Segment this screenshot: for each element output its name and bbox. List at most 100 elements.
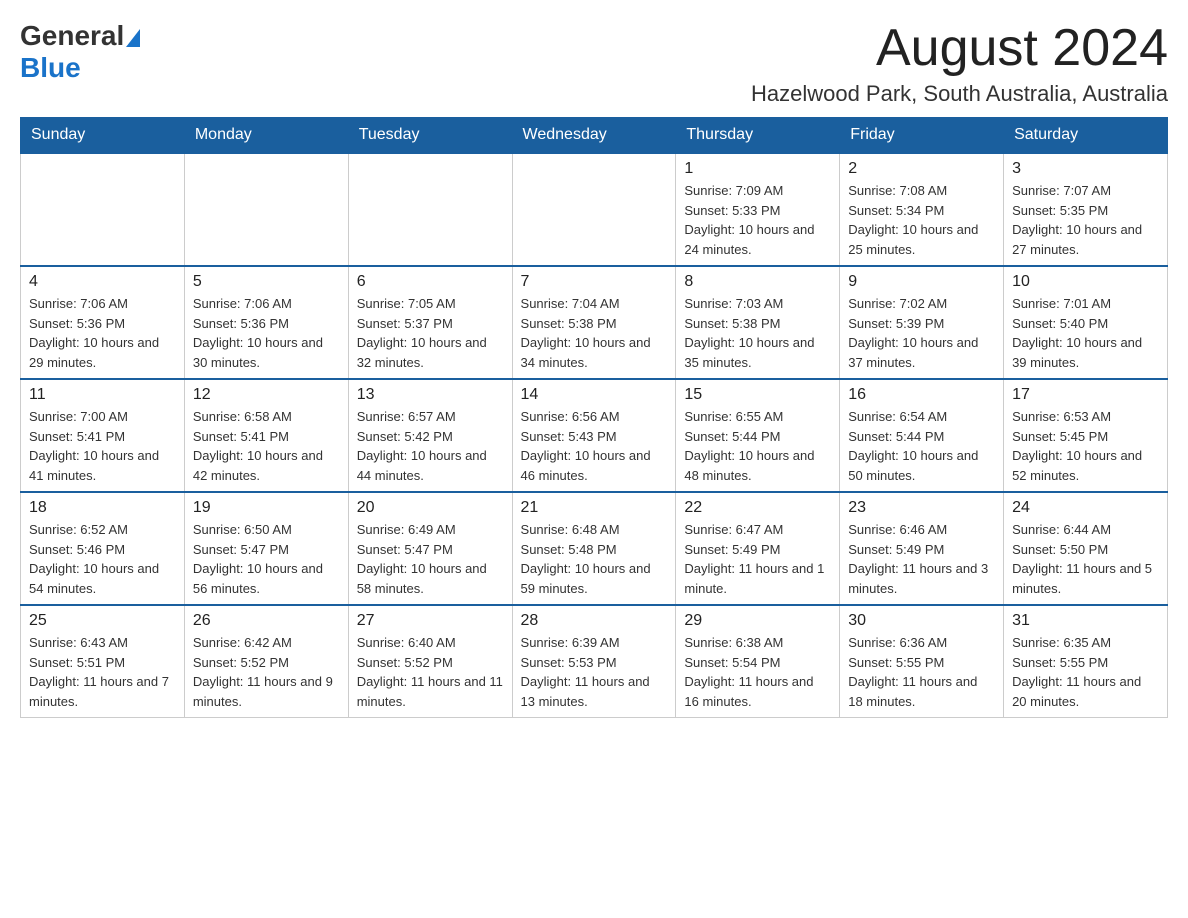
day-number: 28 — [521, 612, 668, 630]
day-info: Sunrise: 7:09 AMSunset: 5:33 PMDaylight:… — [684, 181, 831, 259]
day-info: Sunrise: 6:46 AMSunset: 5:49 PMDaylight:… — [848, 520, 995, 598]
day-info: Sunrise: 6:48 AMSunset: 5:48 PMDaylight:… — [521, 520, 668, 598]
day-number: 16 — [848, 386, 995, 404]
day-info: Sunrise: 6:35 AMSunset: 5:55 PMDaylight:… — [1012, 633, 1159, 711]
calendar-cell: 13 Sunrise: 6:57 AMSunset: 5:42 PMDayligh… — [348, 379, 512, 492]
calendar-cell: 1 Sunrise: 7:09 AMSunset: 5:33 PMDaylight… — [676, 153, 840, 266]
day-info: Sunrise: 7:04 AMSunset: 5:38 PMDaylight:… — [521, 294, 668, 372]
calendar-cell: 26 Sunrise: 6:42 AMSunset: 5:52 PMDayligh… — [184, 605, 348, 718]
calendar-cell: 20 Sunrise: 6:49 AMSunset: 5:47 PMDayligh… — [348, 492, 512, 605]
logo-blue-text: Blue — [20, 52, 81, 84]
day-number: 9 — [848, 273, 995, 291]
day-info: Sunrise: 6:36 AMSunset: 5:55 PMDaylight:… — [848, 633, 995, 711]
page-header: General Blue August 2024 Hazelwood Park,… — [20, 20, 1168, 107]
day-header-friday: Friday — [840, 118, 1004, 154]
day-info: Sunrise: 7:02 AMSunset: 5:39 PMDaylight:… — [848, 294, 995, 372]
day-info: Sunrise: 7:06 AMSunset: 5:36 PMDaylight:… — [193, 294, 340, 372]
calendar-cell: 25 Sunrise: 6:43 AMSunset: 5:51 PMDayligh… — [21, 605, 185, 718]
calendar-header-row: SundayMondayTuesdayWednesdayThursdayFrid… — [21, 118, 1168, 154]
day-number: 13 — [357, 386, 504, 404]
calendar-cell: 28 Sunrise: 6:39 AMSunset: 5:53 PMDayligh… — [512, 605, 676, 718]
day-number: 8 — [684, 273, 831, 291]
day-info: Sunrise: 6:42 AMSunset: 5:52 PMDaylight:… — [193, 633, 340, 711]
day-header-thursday: Thursday — [676, 118, 840, 154]
calendar-cell — [348, 153, 512, 266]
day-number: 6 — [357, 273, 504, 291]
calendar-table: SundayMondayTuesdayWednesdayThursdayFrid… — [20, 117, 1168, 718]
day-number: 24 — [1012, 499, 1159, 517]
day-number: 25 — [29, 612, 176, 630]
day-number: 7 — [521, 273, 668, 291]
calendar-cell: 10 Sunrise: 7:01 AMSunset: 5:40 PMDayligh… — [1004, 266, 1168, 379]
calendar-cell: 29Sunrise: 6:38 AMSunset: 5:54 PMDayligh… — [676, 605, 840, 718]
day-info: Sunrise: 6:52 AMSunset: 5:46 PMDaylight:… — [29, 520, 176, 598]
calendar-cell: 7 Sunrise: 7:04 AMSunset: 5:38 PMDaylight… — [512, 266, 676, 379]
day-info: Sunrise: 7:03 AMSunset: 5:38 PMDaylight:… — [684, 294, 831, 372]
calendar-cell: 12Sunrise: 6:58 AMSunset: 5:41 PMDayligh… — [184, 379, 348, 492]
day-info: Sunrise: 6:57 AMSunset: 5:42 PMDaylight:… — [357, 407, 504, 485]
day-number: 15 — [684, 386, 831, 404]
day-info: Sunrise: 6:55 AMSunset: 5:44 PMDaylight:… — [684, 407, 831, 485]
location-title: Hazelwood Park, South Australia, Austral… — [751, 81, 1168, 107]
calendar-cell: 19 Sunrise: 6:50 AMSunset: 5:47 PMDayligh… — [184, 492, 348, 605]
day-number: 23 — [848, 499, 995, 517]
day-info: Sunrise: 7:07 AMSunset: 5:35 PMDaylight:… — [1012, 181, 1159, 259]
calendar-cell: 16 Sunrise: 6:54 AMSunset: 5:44 PMDayligh… — [840, 379, 1004, 492]
calendar-cell: 11Sunrise: 7:00 AMSunset: 5:41 PMDayligh… — [21, 379, 185, 492]
day-info: Sunrise: 7:01 AMSunset: 5:40 PMDaylight:… — [1012, 294, 1159, 372]
day-number: 21 — [521, 499, 668, 517]
day-info: Sunrise: 6:38 AMSunset: 5:54 PMDaylight:… — [684, 633, 831, 711]
calendar-title-area: August 2024 Hazelwood Park, South Austra… — [751, 20, 1168, 107]
calendar-cell: 2Sunrise: 7:08 AMSunset: 5:34 PMDaylight… — [840, 153, 1004, 266]
calendar-cell: 23 Sunrise: 6:46 AMSunset: 5:49 PMDayligh… — [840, 492, 1004, 605]
logo-triangle-icon — [126, 29, 140, 47]
week-row-2: 4 Sunrise: 7:06 AMSunset: 5:36 PMDaylight… — [21, 266, 1168, 379]
calendar-cell: 15 Sunrise: 6:55 AMSunset: 5:44 PMDayligh… — [676, 379, 840, 492]
day-info: Sunrise: 7:06 AMSunset: 5:36 PMDaylight:… — [29, 294, 176, 372]
day-number: 5 — [193, 273, 340, 291]
day-header-sunday: Sunday — [21, 118, 185, 154]
calendar-cell: 30 Sunrise: 6:36 AMSunset: 5:55 PMDayligh… — [840, 605, 1004, 718]
calendar-cell: 17 Sunrise: 6:53 AMSunset: 5:45 PMDayligh… — [1004, 379, 1168, 492]
day-number: 18 — [29, 499, 176, 517]
calendar-cell — [21, 153, 185, 266]
day-number: 4 — [29, 273, 176, 291]
day-header-saturday: Saturday — [1004, 118, 1168, 154]
calendar-cell: 14Sunrise: 6:56 AMSunset: 5:43 PMDayligh… — [512, 379, 676, 492]
logo: General Blue — [20, 20, 140, 84]
day-info: Sunrise: 6:53 AMSunset: 5:45 PMDaylight:… — [1012, 407, 1159, 485]
day-number: 26 — [193, 612, 340, 630]
day-info: Sunrise: 7:05 AMSunset: 5:37 PMDaylight:… — [357, 294, 504, 372]
week-row-5: 25 Sunrise: 6:43 AMSunset: 5:51 PMDayligh… — [21, 605, 1168, 718]
day-number: 30 — [848, 612, 995, 630]
calendar-cell: 31Sunrise: 6:35 AMSunset: 5:55 PMDayligh… — [1004, 605, 1168, 718]
day-info: Sunrise: 6:50 AMSunset: 5:47 PMDaylight:… — [193, 520, 340, 598]
calendar-cell: 8 Sunrise: 7:03 AMSunset: 5:38 PMDaylight… — [676, 266, 840, 379]
day-number: 11 — [29, 386, 176, 404]
day-number: 1 — [684, 160, 831, 178]
calendar-cell: 22 Sunrise: 6:47 AMSunset: 5:49 PMDayligh… — [676, 492, 840, 605]
day-number: 10 — [1012, 273, 1159, 291]
day-number: 17 — [1012, 386, 1159, 404]
calendar-cell: 4 Sunrise: 7:06 AMSunset: 5:36 PMDaylight… — [21, 266, 185, 379]
week-row-1: 1 Sunrise: 7:09 AMSunset: 5:33 PMDaylight… — [21, 153, 1168, 266]
day-info: Sunrise: 6:47 AMSunset: 5:49 PMDaylight:… — [684, 520, 831, 598]
week-row-3: 11Sunrise: 7:00 AMSunset: 5:41 PMDayligh… — [21, 379, 1168, 492]
day-info: Sunrise: 6:43 AMSunset: 5:51 PMDaylight:… — [29, 633, 176, 711]
calendar-cell: 6 Sunrise: 7:05 AMSunset: 5:37 PMDaylight… — [348, 266, 512, 379]
day-header-wednesday: Wednesday — [512, 118, 676, 154]
day-number: 20 — [357, 499, 504, 517]
day-info: Sunrise: 6:49 AMSunset: 5:47 PMDaylight:… — [357, 520, 504, 598]
day-info: Sunrise: 6:39 AMSunset: 5:53 PMDaylight:… — [521, 633, 668, 711]
calendar-cell: 18 Sunrise: 6:52 AMSunset: 5:46 PMDayligh… — [21, 492, 185, 605]
day-number: 12 — [193, 386, 340, 404]
day-number: 22 — [684, 499, 831, 517]
day-info: Sunrise: 6:56 AMSunset: 5:43 PMDaylight:… — [521, 407, 668, 485]
day-number: 27 — [357, 612, 504, 630]
calendar-cell: 9 Sunrise: 7:02 AMSunset: 5:39 PMDaylight… — [840, 266, 1004, 379]
day-info: Sunrise: 6:54 AMSunset: 5:44 PMDaylight:… — [848, 407, 995, 485]
calendar-cell: 3Sunrise: 7:07 AMSunset: 5:35 PMDaylight… — [1004, 153, 1168, 266]
calendar-cell: 5 Sunrise: 7:06 AMSunset: 5:36 PMDaylight… — [184, 266, 348, 379]
calendar-cell — [512, 153, 676, 266]
day-number: 19 — [193, 499, 340, 517]
